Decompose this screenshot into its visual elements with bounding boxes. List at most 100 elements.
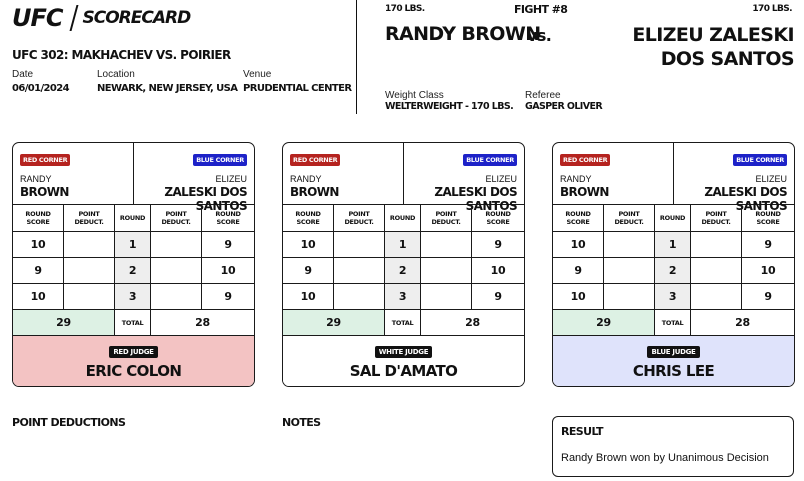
blue-round-score: 9: [764, 290, 772, 303]
blue-point-deduct-header: POINT DEDUCT.: [691, 205, 742, 231]
venue-value: PRUDENTIAL CENTER: [243, 83, 352, 94]
blue-first-name: ELIZEU: [485, 174, 517, 184]
vs-label: vs.: [527, 26, 552, 45]
blue-fighter-name: ELIZEU ZALESKI DOS SANTOS: [632, 24, 794, 70]
red-point-deduct: [64, 284, 115, 309]
red-point-deduct: [604, 258, 655, 283]
blue-round-score-header: ROUND SCORE: [485, 210, 511, 226]
score-row: 9 2 10: [283, 258, 524, 284]
round-number: 2: [385, 258, 421, 283]
date-label: Date: [12, 69, 34, 80]
location-value: NEWARK, NEW JERSEY, USA: [97, 83, 238, 94]
scorecard-blue-judge: RED CORNER RANDY BROWN BLUE CORNER ELIZE…: [552, 142, 795, 387]
score-row: 10 1 9: [553, 232, 794, 258]
red-last-name: BROWN: [290, 185, 339, 199]
red-point-deduct: [334, 258, 385, 283]
red-point-deduct-header: POINT DEDUCT.: [64, 205, 115, 231]
blue-point-deduct: [151, 232, 202, 257]
score-grid: ROUND SCORE POINT DEDUCT. ROUND POINT DEDUC…: [553, 205, 794, 336]
red-round-score: 10: [13, 232, 64, 257]
score-row: 10 3 9: [13, 284, 254, 310]
red-total: 29: [13, 310, 115, 335]
blue-corner-badge: BLUE CORNER: [193, 154, 247, 166]
judge-section: WHITE JUDGE SAL D'AMATO: [283, 336, 524, 386]
round-number: 2: [655, 258, 691, 283]
score-row: 10 1 9: [283, 232, 524, 258]
blue-point-deduct: [421, 232, 472, 257]
red-fighter-name: RANDY BROWN: [385, 23, 541, 45]
score-row: 10 3 9: [553, 284, 794, 310]
blue-total: 28: [195, 316, 210, 329]
blue-first-name: ELIZEU: [755, 174, 787, 184]
score-row: 9 2 10: [13, 258, 254, 284]
round-header: ROUND: [115, 205, 151, 231]
score-header-row: ROUND SCORE POINT DEDUCT. ROUND POINT DEDUC…: [13, 205, 254, 232]
round-header: ROUND: [655, 205, 691, 231]
result-text: Randy Brown won by Unanimous Decision: [561, 452, 769, 464]
judge-badge: WHITE JUDGE: [374, 345, 433, 358]
score-grid: ROUND SCORE POINT DEDUCT. ROUND POINT DEDUC…: [13, 205, 254, 336]
red-round-score: 10: [553, 284, 604, 309]
blue-round-score-header: ROUND SCORE: [755, 210, 781, 226]
round-number: 2: [115, 258, 151, 283]
red-round-score-header: ROUND SCORE: [283, 205, 334, 231]
score-row: 10 1 9: [13, 232, 254, 258]
judge-badge: RED JUDGE: [109, 345, 158, 358]
red-first-name: RANDY: [290, 174, 322, 184]
red-round-score: 10: [283, 232, 334, 257]
red-round-score: 10: [283, 284, 334, 309]
round-number: 3: [115, 284, 151, 309]
red-corner-cell: RED CORNER RANDY BROWN: [283, 143, 404, 204]
blue-round-score: 9: [764, 238, 772, 251]
blue-point-deduct: [421, 258, 472, 283]
blue-point-deduct-header: POINT DEDUCT.: [421, 205, 472, 231]
blue-round-score: 9: [494, 290, 502, 303]
round-number: 3: [385, 284, 421, 309]
result-heading: RESULT: [561, 425, 604, 438]
judge-section: BLUE JUDGE CHRIS LEE: [553, 336, 794, 386]
score-row: 10 3 9: [283, 284, 524, 310]
event-title: UFC 302: MAKHACHEV VS. POIRIER: [12, 48, 231, 62]
blue-corner-cell: BLUE CORNER ELIZEU ZALESKI DOS SANTOS: [674, 143, 794, 213]
red-corner-cell: RED CORNER RANDY BROWN: [553, 143, 674, 204]
blue-point-deduct: [691, 258, 742, 283]
red-point-deduct: [64, 258, 115, 283]
red-round-score: 9: [283, 258, 334, 283]
red-point-deduct: [334, 232, 385, 257]
red-round-score-header: ROUND SCORE: [553, 205, 604, 231]
blue-point-deduct-header: POINT DEDUCT.: [151, 205, 202, 231]
red-last-name: BROWN: [560, 185, 609, 199]
blue-corner-cell: BLUE CORNER ELIZEU ZALESKI DOS SANTOS: [134, 143, 254, 213]
fighters-header: RED CORNER RANDY BROWN BLUE CORNER ELIZE…: [553, 143, 794, 213]
blue-round-score: 9: [224, 238, 232, 251]
total-label: TOTAL: [655, 310, 691, 335]
notes-heading: NOTES: [282, 416, 321, 429]
red-first-name: RANDY: [20, 174, 52, 184]
fighters-header: RED CORNER RANDY BROWN BLUE CORNER ELIZE…: [283, 143, 524, 213]
total-label: TOTAL: [115, 310, 151, 335]
red-first-name: RANDY: [560, 174, 592, 184]
score-row: 9 2 10: [553, 258, 794, 284]
score-grid: ROUND SCORE POINT DEDUCT. ROUND POINT DEDUC…: [283, 205, 524, 336]
total-label: TOTAL: [385, 310, 421, 335]
blue-point-deduct: [691, 284, 742, 309]
red-point-deduct: [64, 232, 115, 257]
referee-value: GASPER OLIVER: [525, 101, 603, 112]
blue-point-deduct: [151, 284, 202, 309]
red-total: 29: [283, 310, 385, 335]
blue-round-score: 10: [490, 264, 506, 277]
red-point-deduct: [604, 232, 655, 257]
round-header: ROUND: [385, 205, 421, 231]
round-number: 1: [655, 232, 691, 257]
blue-corner-badge: BLUE CORNER: [463, 154, 517, 166]
scorecard-white-judge: RED CORNER RANDY BROWN BLUE CORNER ELIZE…: [282, 142, 525, 387]
red-corner-badge: RED CORNER: [560, 154, 611, 166]
judge-name: CHRIS LEE: [632, 361, 715, 380]
referee-label: Referee: [525, 90, 561, 101]
red-corner-badge: RED CORNER: [20, 154, 71, 166]
score-header-row: ROUND SCORE POINT DEDUCT. ROUND POINT DEDUC…: [283, 205, 524, 232]
result-box: RESULT Randy Brown won by Unanimous Deci…: [552, 416, 794, 477]
blue-point-deduct: [421, 284, 472, 309]
fight-number: FIGHT #8: [514, 3, 568, 16]
scorecard-red-judge: RED CORNER RANDY BROWN BLUE CORNER ELIZE…: [12, 142, 255, 387]
